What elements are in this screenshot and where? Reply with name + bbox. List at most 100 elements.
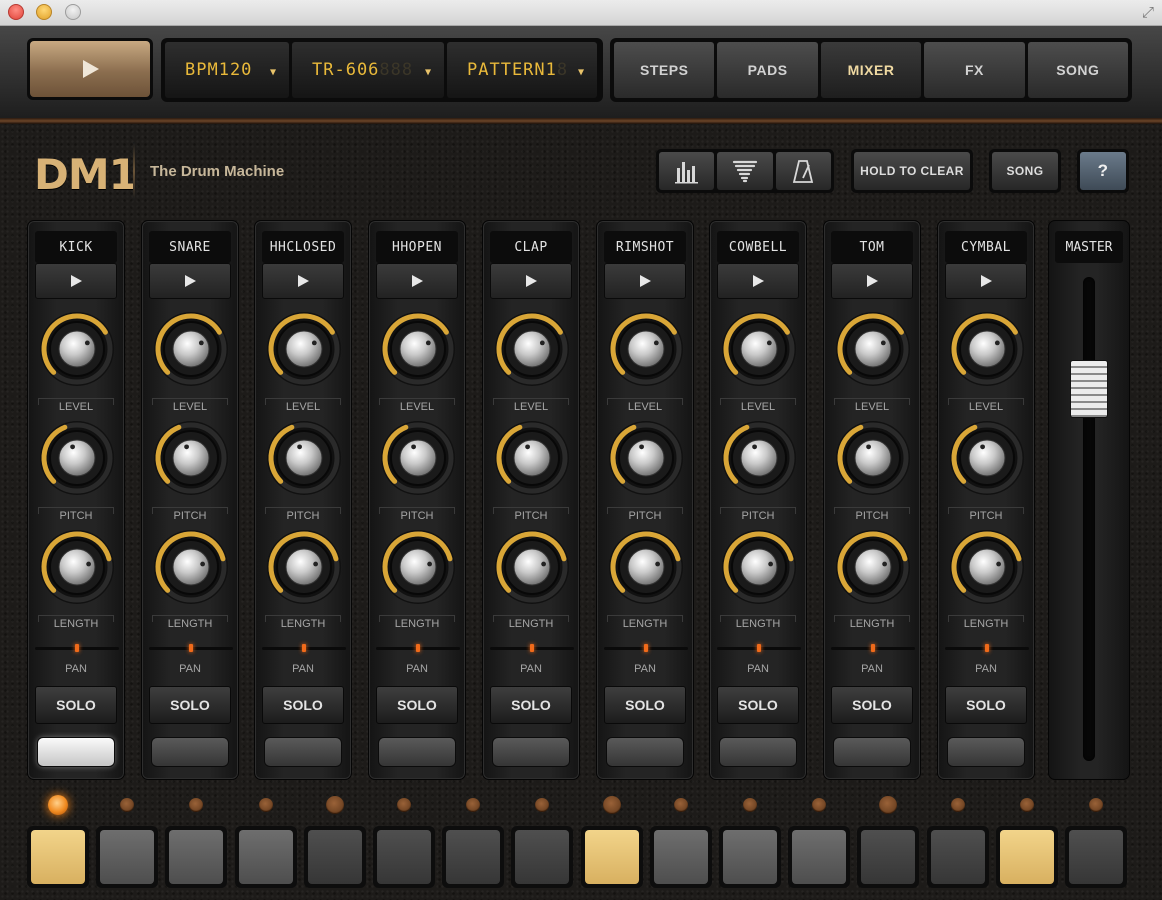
level-knob[interactable]: [151, 309, 231, 389]
mute-button[interactable]: [719, 737, 797, 767]
channel-play-button[interactable]: [831, 263, 913, 299]
pan-slider[interactable]: [945, 641, 1029, 655]
bpm-selector[interactable]: BPM120 ▼: [165, 42, 289, 98]
pan-slider[interactable]: [604, 641, 688, 655]
tornado-button[interactable]: [717, 152, 773, 190]
length-knob[interactable]: [378, 527, 458, 607]
pan-indicator[interactable]: [189, 644, 193, 652]
solo-button[interactable]: SOLO: [717, 686, 799, 724]
hold-to-clear-button[interactable]: HOLD TO CLEAR: [851, 149, 973, 193]
mute-button[interactable]: [492, 737, 570, 767]
master-fader-handle[interactable]: [1070, 360, 1108, 418]
solo-button[interactable]: SOLO: [831, 686, 913, 724]
pan-slider[interactable]: [831, 641, 915, 655]
mute-button[interactable]: [947, 737, 1025, 767]
length-knob[interactable]: [833, 527, 913, 607]
length-knob[interactable]: [37, 527, 117, 607]
pitch-knob[interactable]: [378, 418, 458, 498]
channel-play-button[interactable]: [717, 263, 799, 299]
pitch-knob[interactable]: [37, 418, 117, 498]
step-pad[interactable]: [1065, 826, 1127, 888]
length-knob[interactable]: [151, 527, 231, 607]
step-pad[interactable]: [511, 826, 573, 888]
channel-play-button[interactable]: [945, 263, 1027, 299]
pan-slider[interactable]: [717, 641, 801, 655]
mute-button[interactable]: [606, 737, 684, 767]
level-knob[interactable]: [833, 309, 913, 389]
channel-play-button[interactable]: [604, 263, 686, 299]
mute-button[interactable]: [833, 737, 911, 767]
length-knob[interactable]: [719, 527, 799, 607]
pitch-knob[interactable]: [606, 418, 686, 498]
pan-slider[interactable]: [149, 641, 233, 655]
step-pad[interactable]: [857, 826, 919, 888]
level-knob[interactable]: [947, 309, 1027, 389]
kit-selector[interactable]: TR-606 888 ▼: [292, 42, 444, 98]
metronome-button[interactable]: [775, 152, 831, 190]
level-knob[interactable]: [378, 309, 458, 389]
tab-song[interactable]: SONG: [1027, 42, 1129, 98]
mute-button[interactable]: [378, 737, 456, 767]
tab-fx[interactable]: FX: [924, 42, 1025, 98]
pan-slider[interactable]: [376, 641, 460, 655]
minimize-window-button[interactable]: [36, 4, 52, 20]
pan-slider[interactable]: [35, 641, 119, 655]
pitch-knob[interactable]: [151, 418, 231, 498]
pitch-knob[interactable]: [833, 418, 913, 498]
pan-slider[interactable]: [490, 641, 574, 655]
level-knob[interactable]: [606, 309, 686, 389]
tab-steps[interactable]: STEPS: [614, 42, 715, 98]
step-pad[interactable]: [927, 826, 989, 888]
close-window-button[interactable]: [8, 4, 24, 20]
length-knob[interactable]: [947, 527, 1027, 607]
channel-play-button[interactable]: [490, 263, 572, 299]
length-knob[interactable]: [492, 527, 572, 607]
pitch-knob[interactable]: [492, 418, 572, 498]
pan-indicator[interactable]: [75, 644, 79, 652]
channel-play-button[interactable]: [376, 263, 458, 299]
channel-play-button[interactable]: [149, 263, 231, 299]
step-pad[interactable]: [581, 826, 643, 888]
solo-button[interactable]: SOLO: [149, 686, 231, 724]
solo-button[interactable]: SOLO: [262, 686, 344, 724]
song-button[interactable]: SONG: [989, 149, 1061, 193]
pan-indicator[interactable]: [644, 644, 648, 652]
solo-button[interactable]: SOLO: [604, 686, 686, 724]
step-pad[interactable]: [235, 826, 297, 888]
level-knob[interactable]: [492, 309, 572, 389]
solo-button[interactable]: SOLO: [945, 686, 1027, 724]
equalizer-button[interactable]: [659, 152, 715, 190]
step-pad[interactable]: [27, 826, 89, 888]
pan-indicator[interactable]: [757, 644, 761, 652]
step-pad[interactable]: [373, 826, 435, 888]
fullscreen-icon[interactable]: ⤢: [1142, 4, 1154, 20]
pan-slider[interactable]: [262, 641, 346, 655]
zoom-window-button[interactable]: [65, 4, 81, 20]
solo-button[interactable]: SOLO: [35, 686, 117, 724]
channel-play-button[interactable]: [35, 263, 117, 299]
step-pad[interactable]: [650, 826, 712, 888]
mute-button[interactable]: [151, 737, 229, 767]
pan-indicator[interactable]: [871, 644, 875, 652]
mute-button[interactable]: [264, 737, 342, 767]
transport-play-button[interactable]: [27, 38, 153, 100]
pan-indicator[interactable]: [985, 644, 989, 652]
step-pad[interactable]: [96, 826, 158, 888]
channel-play-button[interactable]: [262, 263, 344, 299]
pitch-knob[interactable]: [719, 418, 799, 498]
step-pad[interactable]: [165, 826, 227, 888]
pan-indicator[interactable]: [416, 644, 420, 652]
step-pad[interactable]: [442, 826, 504, 888]
step-pad[interactable]: [788, 826, 850, 888]
length-knob[interactable]: [606, 527, 686, 607]
level-knob[interactable]: [264, 309, 344, 389]
pan-indicator[interactable]: [530, 644, 534, 652]
pan-indicator[interactable]: [302, 644, 306, 652]
step-pad[interactable]: [304, 826, 366, 888]
help-button[interactable]: ?: [1077, 149, 1129, 193]
solo-button[interactable]: SOLO: [490, 686, 572, 724]
step-pad[interactable]: [996, 826, 1058, 888]
level-knob[interactable]: [719, 309, 799, 389]
tab-mixer[interactable]: MIXER: [820, 42, 922, 98]
solo-button[interactable]: SOLO: [376, 686, 458, 724]
